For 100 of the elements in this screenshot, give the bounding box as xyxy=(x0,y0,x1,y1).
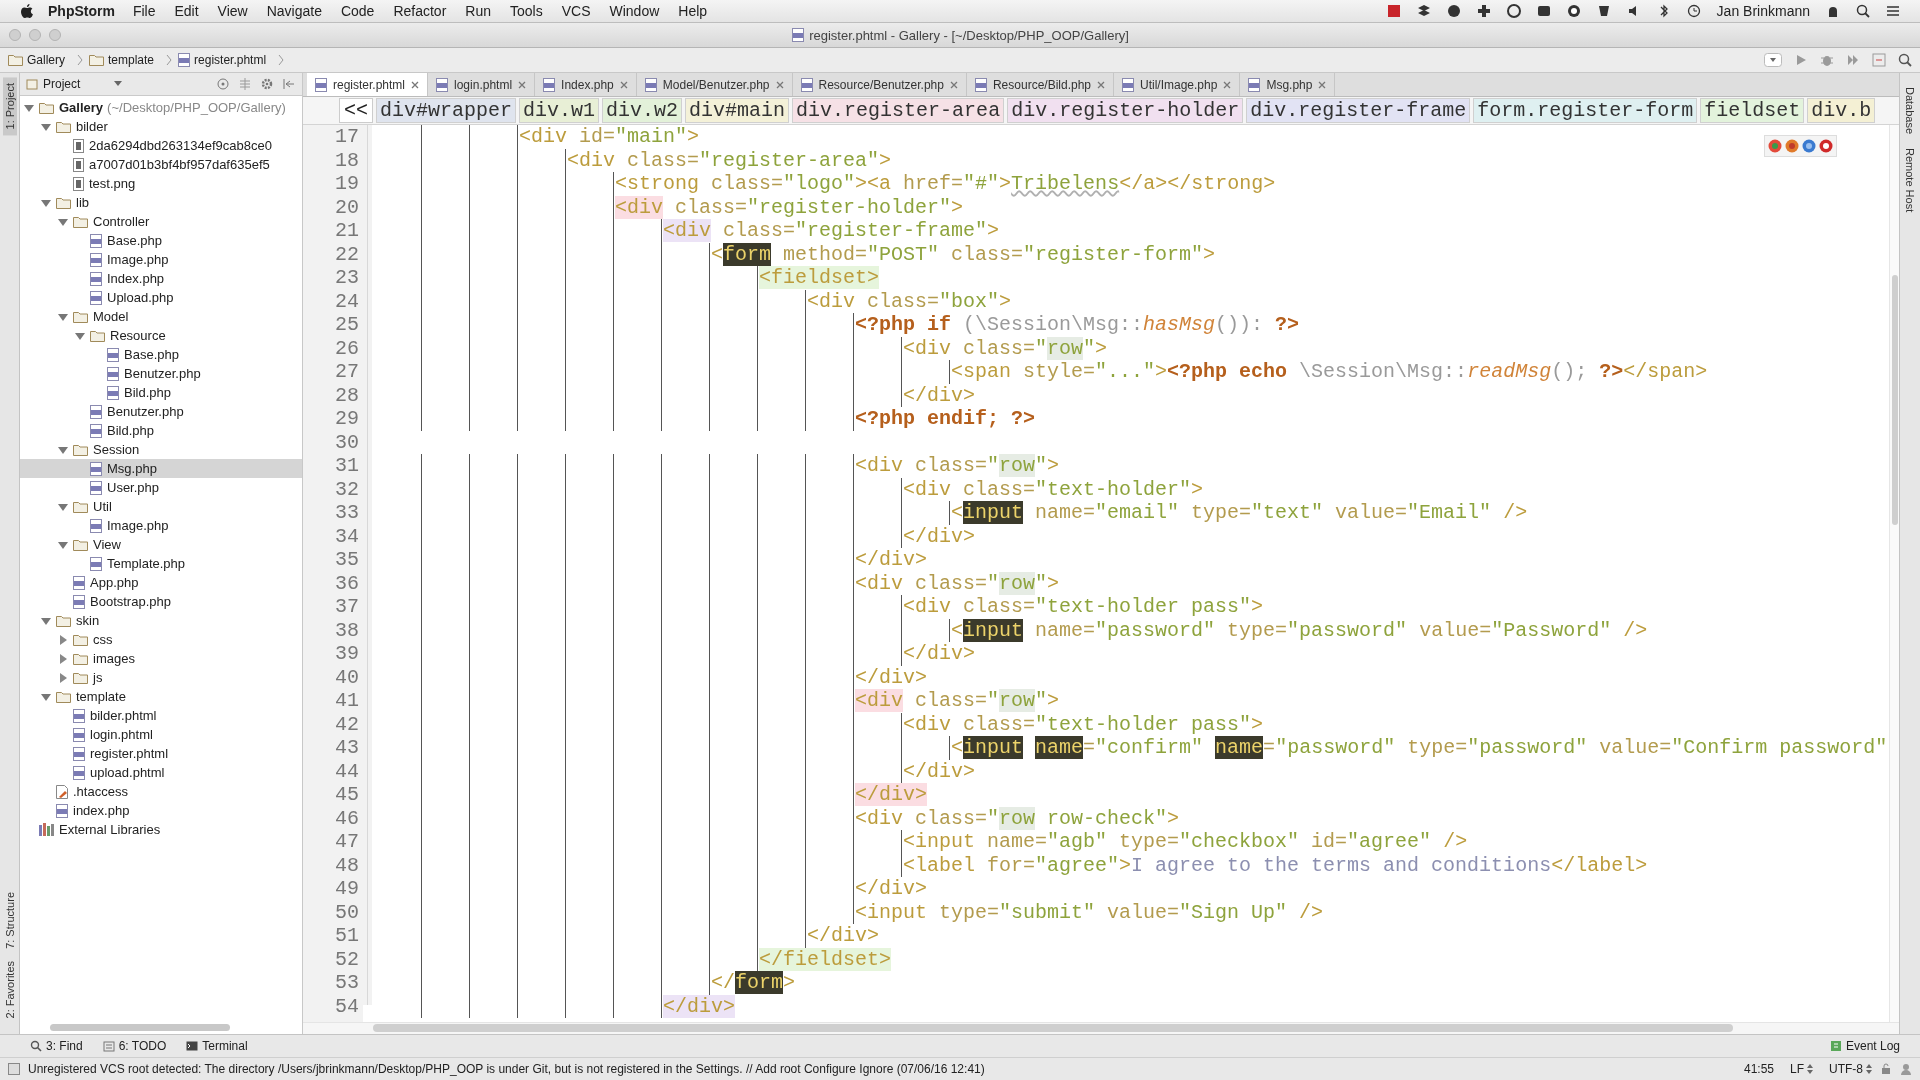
tool-window-button[interactable]: 3: Find xyxy=(30,1039,83,1053)
tree-item[interactable]: login.phtml xyxy=(20,725,302,744)
search-icon[interactable] xyxy=(1898,53,1912,67)
user-name[interactable]: Jan Brinkmann xyxy=(1716,3,1810,19)
tree-item[interactable]: a7007d01b3bf4bf957daf635ef5 xyxy=(20,155,302,174)
tree-item[interactable]: template xyxy=(20,687,302,706)
browser-icon[interactable] xyxy=(1802,139,1816,153)
expanded-arrow-icon[interactable] xyxy=(58,311,68,322)
tree-item[interactable]: View xyxy=(20,535,302,554)
tree-item[interactable]: Bild.php xyxy=(20,421,302,440)
menu-item[interactable]: File xyxy=(132,3,156,19)
tree-item[interactable]: Resource xyxy=(20,326,302,345)
close-icon[interactable] xyxy=(1097,80,1105,89)
tree-item[interactable]: Controller xyxy=(20,212,302,231)
structure-path-item[interactable]: div.w1 xyxy=(519,98,600,123)
tree-item[interactable]: Gallery (~/Desktop/PHP_OOP/Gallery) xyxy=(20,98,302,117)
tool-window-tab[interactable]: Database xyxy=(1904,87,1916,135)
tree-item[interactable]: Model xyxy=(20,307,302,326)
tool-window-button[interactable]: 6: TODO xyxy=(102,1039,167,1053)
tray-icon[interactable] xyxy=(1536,4,1551,18)
tool-window-tab[interactable]: 1: Project xyxy=(2,77,17,136)
expanded-arrow-icon[interactable] xyxy=(75,330,85,341)
menu-item[interactable]: Edit xyxy=(174,3,199,19)
structure-path-item[interactable]: div.register-holder xyxy=(1007,98,1244,123)
breadcrumb[interactable]: Gallery xyxy=(8,53,65,67)
tree-item[interactable]: skin xyxy=(20,611,302,630)
editor-tab[interactable]: Msg.php xyxy=(1240,73,1336,96)
editor-tab[interactable]: Index.php xyxy=(535,73,637,96)
lock-icon[interactable] xyxy=(1880,1063,1892,1075)
structure-path-item[interactable]: div.register-area xyxy=(792,98,1005,123)
tool-window-tab[interactable]: 2: Favorites xyxy=(2,954,17,1024)
editor-tab[interactable]: register.phtml xyxy=(307,73,429,96)
tree-item[interactable]: bilder xyxy=(20,117,302,136)
target-icon[interactable] xyxy=(216,77,230,91)
tree-item[interactable]: Bootstrap.php xyxy=(20,592,302,611)
browser-icon[interactable] xyxy=(1819,139,1833,153)
browser-icon[interactable] xyxy=(1785,139,1799,153)
menu-item[interactable]: Run xyxy=(465,3,491,19)
menu-item[interactable]: Window xyxy=(609,3,660,19)
menu-item[interactable]: Help xyxy=(678,3,708,19)
menu-item[interactable]: Refactor xyxy=(393,3,447,19)
app-menu[interactable]: PhpStorm xyxy=(48,3,115,19)
close-icon[interactable] xyxy=(775,80,784,89)
editor-tab[interactable]: login.phtml xyxy=(428,73,536,96)
editor-tab[interactable]: Resource/Benutzer.php xyxy=(792,73,967,96)
structure-path-item[interactable]: div.b xyxy=(1807,98,1876,123)
scrollbar-thumb[interactable] xyxy=(373,1024,1733,1032)
tree-item[interactable]: External Libraries xyxy=(20,820,302,839)
expanded-arrow-icon[interactable] xyxy=(58,539,68,550)
tree-item[interactable]: Base.php xyxy=(20,345,302,364)
expanded-arrow-icon[interactable] xyxy=(24,102,34,113)
tray-icon[interactable] xyxy=(1446,4,1461,18)
tree-item[interactable]: register.phtml xyxy=(20,744,302,763)
close-icon[interactable] xyxy=(1223,80,1232,89)
breadcrumb[interactable]: register.phtml xyxy=(178,53,267,67)
close-icon[interactable] xyxy=(1318,80,1327,89)
close-icon[interactable] xyxy=(619,80,628,89)
tray-icon[interactable] xyxy=(1506,4,1521,18)
panel-toggle-icon[interactable] xyxy=(8,1063,20,1075)
person-icon[interactable] xyxy=(1900,1063,1912,1075)
tree-item[interactable]: .htaccess xyxy=(20,782,302,801)
tray-icon[interactable] xyxy=(1416,4,1431,18)
tree-item[interactable]: App.php xyxy=(20,573,302,592)
editor-tab[interactable]: Util/Image.php xyxy=(1114,73,1241,96)
tree-item[interactable]: Bild.php xyxy=(20,383,302,402)
close-icon[interactable] xyxy=(411,80,420,89)
view-dropdown[interactable]: Project xyxy=(26,77,122,91)
tree-item[interactable]: User.php xyxy=(20,478,302,497)
collapsed-arrow-icon[interactable] xyxy=(58,634,68,645)
menu-icon[interactable] xyxy=(1886,4,1900,18)
menu-item[interactable]: Tools xyxy=(510,3,543,19)
back-button[interactable]: << xyxy=(339,98,373,123)
tree-item[interactable]: test.png xyxy=(20,174,302,193)
tree-item[interactable]: js xyxy=(20,668,302,687)
tree-item[interactable]: Benutzer.php xyxy=(20,364,302,383)
tree-item[interactable]: 2da6294dbd263134ef9cab8ce0 xyxy=(20,136,302,155)
tool-window-tab[interactable]: 7: Structure xyxy=(2,885,17,955)
collapsed-arrow-icon[interactable] xyxy=(58,672,68,683)
hide-icon[interactable] xyxy=(282,77,296,91)
menu-item[interactable]: Navigate xyxy=(266,3,322,19)
encoding-selector[interactable]: UTF-8 xyxy=(1829,1062,1872,1076)
menu-item[interactable]: Code xyxy=(340,3,375,19)
tree-item[interactable]: css xyxy=(20,630,302,649)
tool-window-button[interactable]: Terminal xyxy=(186,1039,248,1053)
tree-item[interactable]: bilder.phtml xyxy=(20,706,302,725)
menu-item[interactable]: VCS xyxy=(561,3,591,19)
breadcrumb[interactable]: template xyxy=(89,53,155,67)
line-separator-selector[interactable]: LF xyxy=(1790,1062,1813,1076)
structure-path-item[interactable]: div.w2 xyxy=(602,98,683,123)
structure-path-item[interactable]: div#main xyxy=(685,98,790,123)
expanded-arrow-icon[interactable] xyxy=(58,444,68,455)
tray-icon[interactable] xyxy=(1476,4,1491,18)
structure-path-item[interactable]: div#wrapper xyxy=(376,98,517,123)
expanded-arrow-icon[interactable] xyxy=(58,501,68,512)
expanded-arrow-icon[interactable] xyxy=(41,197,51,208)
collapsed-arrow-icon[interactable] xyxy=(58,653,68,664)
expanded-arrow-icon[interactable] xyxy=(41,691,51,702)
browser-icon[interactable] xyxy=(1768,139,1782,153)
bug-icon[interactable] xyxy=(1820,53,1834,67)
tree-item[interactable]: Session xyxy=(20,440,302,459)
